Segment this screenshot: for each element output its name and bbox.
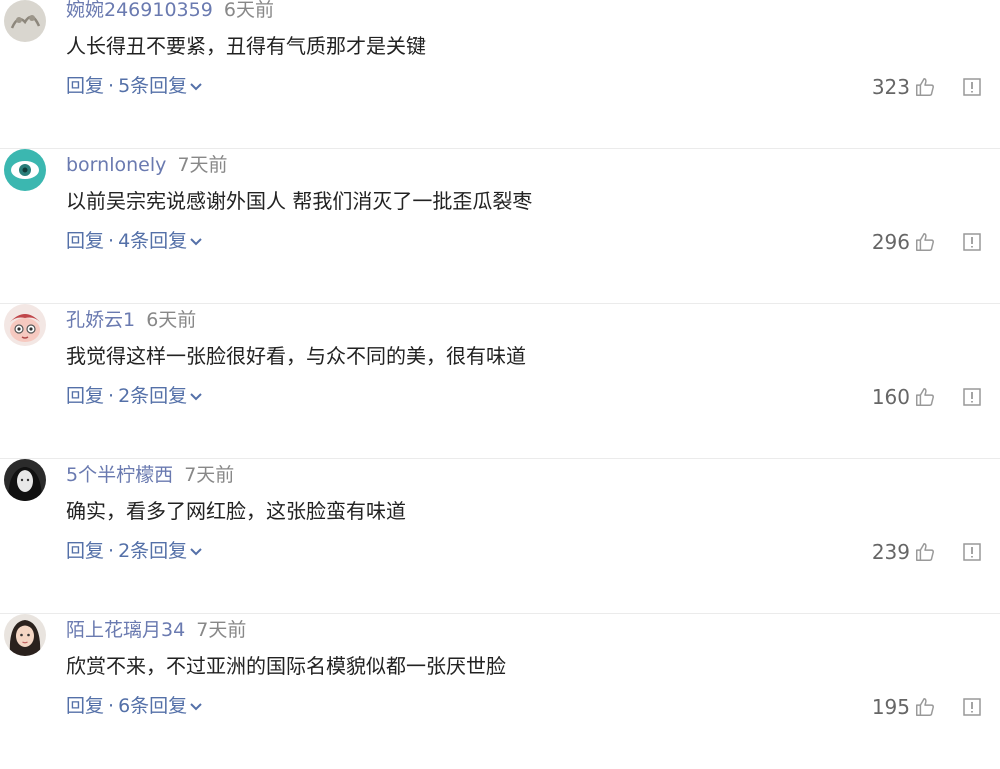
right-actions: 195 bbox=[872, 693, 982, 721]
separator-dot: · bbox=[108, 695, 115, 717]
comment-meta: 婉婉246910359 6天前 bbox=[66, 0, 274, 24]
right-actions: 323 bbox=[872, 73, 982, 101]
chevron-down-icon bbox=[190, 237, 202, 245]
comment-item: bornlonely 7天前 以前吴宗宪说感谢外国人 帮我们消灭了一批歪瓜裂枣 … bbox=[0, 149, 1000, 304]
comment-meta: bornlonely 7天前 bbox=[66, 151, 228, 179]
timestamp: 6天前 bbox=[223, 0, 274, 21]
view-replies-button[interactable]: 4条回复 bbox=[118, 230, 202, 252]
timestamp: 7天前 bbox=[184, 464, 235, 486]
timestamp: 6天前 bbox=[146, 309, 197, 331]
comment-text: 以前吴宗宪说感谢外国人 帮我们消灭了一批歪瓜裂枣 bbox=[66, 189, 533, 213]
like-count: 323 bbox=[871, 75, 910, 99]
thumbs-up-icon[interactable] bbox=[914, 231, 936, 253]
username[interactable]: 陌上花璃月34 bbox=[66, 619, 185, 641]
comment-actions: 回复 · 5条回复 bbox=[66, 71, 202, 101]
reply-button[interactable]: 回复 bbox=[66, 385, 104, 407]
reply-count: 2条回复 bbox=[118, 385, 188, 407]
reply-count: 2条回复 bbox=[118, 540, 188, 562]
thumbs-up-icon[interactable] bbox=[914, 76, 936, 98]
comment-item: 陌上花璃月34 7天前 欣赏不来，不过亚洲的国际名模貌似都一张厌世脸 回复 · 6条… bbox=[0, 614, 1000, 769]
separator-dot: · bbox=[108, 540, 115, 562]
right-actions: 239 bbox=[872, 538, 982, 566]
reply-count: 6条回复 bbox=[118, 695, 188, 717]
comment-text: 我觉得这样一张脸很好看，与众不同的美，很有味道 bbox=[66, 344, 526, 368]
teal-eye-avatar-icon bbox=[4, 149, 46, 191]
report-icon[interactable] bbox=[962, 542, 982, 562]
comment-text: 人长得丑不要紧，丑得有气质那才是关键 bbox=[66, 34, 426, 58]
comment-actions: 回复 · 6条回复 bbox=[66, 691, 202, 721]
comment-list: 婉婉246910359 6天前 人长得丑不要紧，丑得有气质那才是关键 回复 · 5条… bbox=[0, 0, 1000, 727]
sketch-avatar-icon bbox=[4, 0, 46, 42]
comment-actions: 回复 · 2条回复 bbox=[66, 381, 202, 411]
report-icon[interactable] bbox=[962, 697, 982, 717]
thumbs-up-icon[interactable] bbox=[914, 386, 936, 408]
girl-portrait-avatar-icon bbox=[4, 614, 46, 656]
view-replies-button[interactable]: 5条回复 bbox=[118, 75, 202, 97]
comment-meta: 陌上花璃月34 7天前 bbox=[66, 616, 246, 644]
view-replies-button[interactable]: 6条回复 bbox=[118, 695, 202, 717]
comment-meta: 5个半柠檬西 7天前 bbox=[66, 461, 234, 489]
timestamp: 7天前 bbox=[177, 154, 228, 176]
separator-dot: · bbox=[108, 75, 115, 97]
comment-actions: 回复 · 4条回复 bbox=[66, 226, 202, 256]
comment-item: 孔娇云1 6天前 我觉得这样一张脸很好看，与众不同的美，很有味道 回复 · 2条回复… bbox=[0, 304, 1000, 459]
bw-portrait-avatar-icon bbox=[4, 459, 46, 501]
comment-item: 5个半柠檬西 7天前 确实，看多了网红脸，这张脸蛮有味道 回复 · 2条回复 239 bbox=[0, 459, 1000, 614]
right-actions: 296 bbox=[872, 228, 982, 256]
cartoon-avatar-icon bbox=[4, 304, 46, 346]
username[interactable]: 婉婉246910359 bbox=[66, 0, 213, 21]
chevron-down-icon bbox=[190, 392, 202, 400]
chevron-down-icon bbox=[190, 82, 202, 90]
chevron-down-icon bbox=[190, 702, 202, 710]
comment-meta: 孔娇云1 6天前 bbox=[66, 306, 196, 334]
username[interactable]: 孔娇云1 bbox=[66, 309, 135, 331]
comment-text: 确实，看多了网红脸，这张脸蛮有味道 bbox=[66, 499, 406, 523]
reply-button[interactable]: 回复 bbox=[66, 695, 104, 717]
thumbs-up-icon[interactable] bbox=[914, 541, 936, 563]
right-actions: 160 bbox=[872, 383, 982, 411]
reply-button[interactable]: 回复 bbox=[66, 230, 104, 252]
view-replies-button[interactable]: 2条回复 bbox=[118, 385, 202, 407]
comment-actions: 回复 · 2条回复 bbox=[66, 536, 202, 566]
comment-text: 欣赏不来，不过亚洲的国际名模貌似都一张厌世脸 bbox=[66, 654, 506, 678]
avatar[interactable] bbox=[4, 149, 46, 191]
like-count: 296 bbox=[871, 230, 910, 254]
reply-count: 5条回复 bbox=[118, 75, 188, 97]
comment-item: 婉婉246910359 6天前 人长得丑不要紧，丑得有气质那才是关键 回复 · 5条… bbox=[0, 0, 1000, 149]
report-icon[interactable] bbox=[962, 77, 982, 97]
avatar[interactable] bbox=[4, 614, 46, 656]
username[interactable]: bornlonely bbox=[66, 154, 166, 176]
report-icon[interactable] bbox=[962, 387, 982, 407]
separator-dot: · bbox=[108, 385, 115, 407]
avatar[interactable] bbox=[4, 459, 46, 501]
like-count: 239 bbox=[871, 540, 910, 564]
view-replies-button[interactable]: 2条回复 bbox=[118, 540, 202, 562]
reply-count: 4条回复 bbox=[118, 230, 188, 252]
like-count: 160 bbox=[871, 385, 910, 409]
thumbs-up-icon[interactable] bbox=[914, 696, 936, 718]
timestamp: 7天前 bbox=[196, 619, 247, 641]
avatar[interactable] bbox=[4, 304, 46, 346]
avatar[interactable] bbox=[4, 0, 46, 42]
like-count: 195 bbox=[871, 695, 910, 719]
reply-button[interactable]: 回复 bbox=[66, 75, 104, 97]
report-icon[interactable] bbox=[962, 232, 982, 252]
chevron-down-icon bbox=[190, 547, 202, 555]
username[interactable]: 5个半柠檬西 bbox=[66, 464, 173, 486]
separator-dot: · bbox=[108, 230, 115, 252]
reply-button[interactable]: 回复 bbox=[66, 540, 104, 562]
